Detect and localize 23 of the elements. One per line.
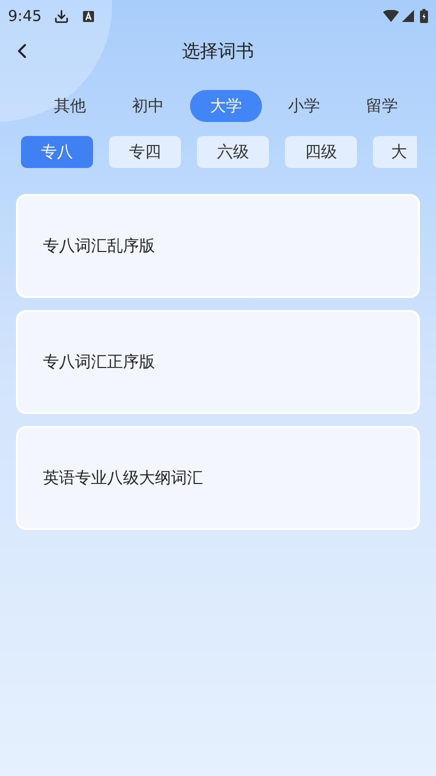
level-chip[interactable]: 四级 [285, 136, 357, 168]
download-icon [54, 8, 69, 24]
signal-icon [402, 10, 414, 22]
category-tab[interactable]: 留学 [346, 90, 418, 122]
category-tab[interactable]: 小学 [268, 90, 340, 122]
level-chip[interactable]: 专四 [109, 136, 181, 168]
status-time: 9:45 [8, 6, 42, 27]
keyboard-icon [82, 10, 94, 22]
book-title: 专八词汇正序版 [43, 351, 155, 373]
book-card[interactable]: 英语专业八级大纲词汇 [16, 426, 420, 530]
category-tab[interactable]: 初中 [112, 90, 184, 122]
category-tab[interactable]: 大学 [190, 90, 262, 122]
level-chip[interactable]: 专八 [21, 136, 93, 168]
level-chip[interactable]: 六级 [197, 136, 269, 168]
book-card[interactable]: 专八词汇正序版 [16, 310, 420, 414]
book-title: 英语专业八级大纲词汇 [43, 467, 203, 489]
level-chip[interactable]: 大 [373, 136, 417, 168]
battery-icon [420, 9, 428, 23]
book-title: 专八词汇乱序版 [43, 235, 155, 257]
category-tab[interactable]: 其他 [34, 90, 106, 122]
book-card[interactable]: 专八词汇乱序版 [16, 194, 420, 298]
wifi-icon [383, 10, 399, 22]
page-title: 选择词书 [182, 40, 254, 64]
